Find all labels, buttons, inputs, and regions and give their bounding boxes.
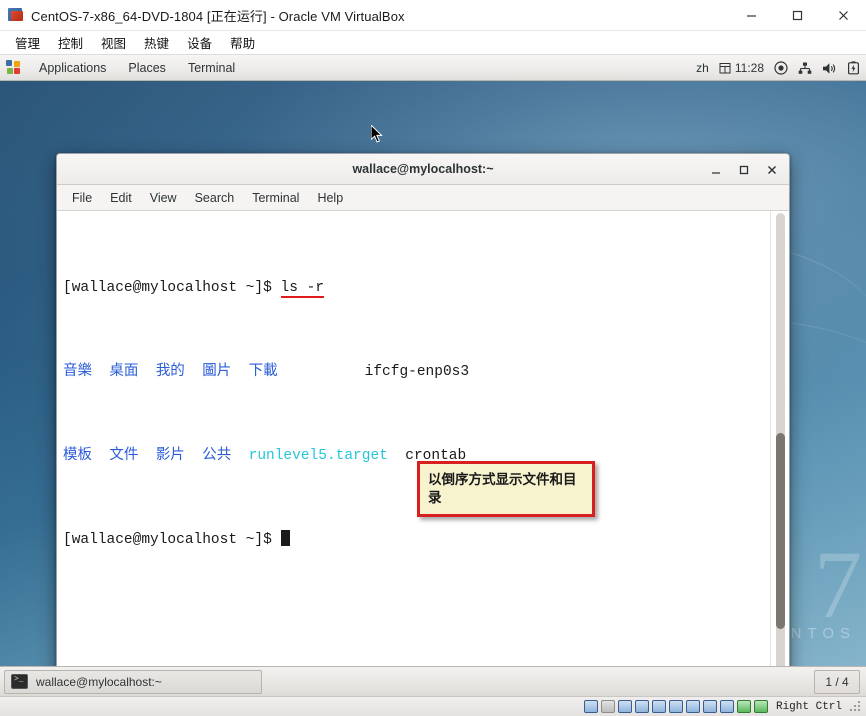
annotation-text: 以倒序方式显示文件和目录 <box>428 472 577 506</box>
input-method-indicator[interactable]: zh <box>696 61 709 75</box>
dir-entry: 圖片 <box>202 364 232 380</box>
dir-entry: 下載 <box>248 364 278 380</box>
maximize-icon[interactable] <box>774 0 820 31</box>
network-icon[interactable] <box>798 62 812 75</box>
terminal-window: wallace@mylocalhost:~ File Edit View Sea… <box>56 153 790 677</box>
terminal-menu-search[interactable]: Search <box>186 188 244 208</box>
terminal-icon <box>11 674 28 689</box>
usb-icon[interactable] <box>719 700 734 713</box>
taskbar-item-terminal[interactable]: wallace@mylocalhost:~ <box>4 669 262 694</box>
vbox-menu-view[interactable]: 视图 <box>92 31 135 54</box>
vbox-menu-control[interactable]: 控制 <box>49 31 92 54</box>
terminal-prompt: [wallace@mylocalhost ~]$ <box>63 280 281 296</box>
calendar-icon <box>719 63 731 74</box>
virtualbox-statusbar: Right Ctrl <box>0 696 866 716</box>
terminal-titlebar: wallace@mylocalhost:~ <box>57 154 789 185</box>
terminal-menubar: File Edit View Search Terminal Help <box>57 185 789 211</box>
terminal-line-listing-1: 音樂 桌面 我的 圖片 下載 ifcfg-enp0s3 <box>63 362 763 383</box>
terminal-cursor <box>280 530 290 546</box>
terminal-scrollbar[interactable] <box>770 211 789 676</box>
terminal-line-command: [wallace@mylocalhost ~]$ ls -r <box>63 278 763 299</box>
panel-menu-places[interactable]: Places <box>117 61 177 75</box>
terminal-menu-file[interactable]: File <box>63 188 101 208</box>
terminal-menu-view[interactable]: View <box>141 188 186 208</box>
file-entry: ifcfg-enp0s3 <box>364 364 470 380</box>
taskbar-item-label: wallace@mylocalhost:~ <box>36 674 162 689</box>
gnome-top-panel: Applications Places Terminal zh 11:28 <box>0 55 866 81</box>
terminal-prompt: [wallace@mylocalhost ~]$ <box>63 532 281 548</box>
panel-menu-applications[interactable]: Applications <box>28 61 117 75</box>
vbox-menu-devices[interactable]: 设备 <box>178 31 221 54</box>
gnome-panel-left: Applications Places Terminal <box>0 60 246 75</box>
shared-clipboard-icon[interactable] <box>702 700 717 713</box>
terminal-command: ls -r <box>280 280 325 296</box>
network-icon[interactable] <box>617 700 632 713</box>
vbox-menu-manage[interactable]: 管理 <box>6 31 49 54</box>
optical-disk-icon[interactable] <box>600 700 615 713</box>
workspace-indicator[interactable]: 1 / 4 <box>814 670 860 694</box>
minimize-icon[interactable] <box>703 158 729 182</box>
virtualbox-titlebar: CentOS-7-x86_64-DVD-1804 [正在运行] - Oracle… <box>0 0 866 31</box>
terminal-window-controls <box>703 154 785 185</box>
battery-icon[interactable] <box>847 61 860 75</box>
panel-menu-terminal[interactable]: Terminal <box>177 61 246 75</box>
video-capture-icon[interactable] <box>651 700 666 713</box>
virtualbox-window: CentOS-7-x86_64-DVD-1804 [正在运行] - Oracle… <box>0 0 866 716</box>
resize-grip[interactable] <box>850 700 862 713</box>
terminal-menu-help[interactable]: Help <box>308 188 352 208</box>
terminal-line-prompt: [wallace@mylocalhost ~]$ <box>63 530 763 551</box>
desktop-wallpaper: 7 NTOS wallace@mylocalhost:~ File Edit V… <box>0 81 866 696</box>
vbox-menu-hotkeys[interactable]: 热键 <box>135 31 178 54</box>
mouse-cursor <box>371 125 383 143</box>
scrollbar-thumb[interactable] <box>776 433 785 629</box>
virtualbox-window-controls <box>728 0 866 31</box>
terminal-text: [wallace@mylocalhost ~]$ ls -r 音樂 桌面 我的 … <box>63 215 763 614</box>
vbox-menu-help[interactable]: 帮助 <box>221 31 264 54</box>
volume-icon[interactable] <box>822 62 837 75</box>
gnome-applications-icon[interactable] <box>6 60 21 75</box>
terminal-title: wallace@mylocalhost:~ <box>352 162 494 176</box>
mouse-integration-icon[interactable] <box>736 700 751 713</box>
host-key-label: Right Ctrl <box>775 700 842 713</box>
symlink-entry: runlevel5.target <box>248 448 388 464</box>
minimize-icon[interactable] <box>728 0 774 31</box>
shared-folder-icon[interactable] <box>634 700 649 713</box>
gnome-panel-right: zh 11:28 <box>696 55 860 81</box>
virtualbox-icon <box>8 7 24 23</box>
annotation-callout: 以倒序方式显示文件和目录 <box>417 461 595 517</box>
guest-screen: Applications Places Terminal zh 11:28 7 … <box>0 55 866 696</box>
virtualbox-title: CentOS-7-x86_64-DVD-1804 [正在运行] - Oracle… <box>31 8 405 24</box>
command-underline-annotation <box>280 296 325 298</box>
display-icon[interactable] <box>685 700 700 713</box>
virtualbox-menubar: 管理 控制 视图 热键 设备 帮助 <box>0 31 866 55</box>
terminal-output-area[interactable]: [wallace@mylocalhost ~]$ ls -r 音樂 桌面 我的 … <box>57 211 789 676</box>
hard-disk-icon[interactable] <box>583 700 598 713</box>
accessibility-icon[interactable] <box>774 61 788 75</box>
clock-label: 11:28 <box>734 61 764 75</box>
folder-icon[interactable] <box>668 700 683 713</box>
terminal-menu-terminal[interactable]: Terminal <box>243 188 308 208</box>
close-icon[interactable] <box>820 0 866 31</box>
dir-entry: 公共 <box>202 448 232 464</box>
close-icon[interactable] <box>759 158 785 182</box>
maximize-icon[interactable] <box>731 158 757 182</box>
dir-entry: 我的 <box>155 364 185 380</box>
terminal-line-listing-2: 模板 文件 影片 公共 runlevel5.target crontab <box>63 446 763 467</box>
clock-area[interactable]: 11:28 <box>719 61 764 75</box>
dir-entry: 音樂 <box>63 364 92 380</box>
terminal-menu-edit[interactable]: Edit <box>101 188 141 208</box>
gnome-taskbar: wallace@mylocalhost:~ 1 / 4 <box>0 666 866 696</box>
dir-entry: 影片 <box>155 448 185 464</box>
host-key-indicator-icon[interactable] <box>753 700 768 713</box>
dir-entry: 文件 <box>109 448 139 464</box>
dir-entry: 模板 <box>63 448 92 464</box>
dir-entry: 桌面 <box>109 364 139 380</box>
